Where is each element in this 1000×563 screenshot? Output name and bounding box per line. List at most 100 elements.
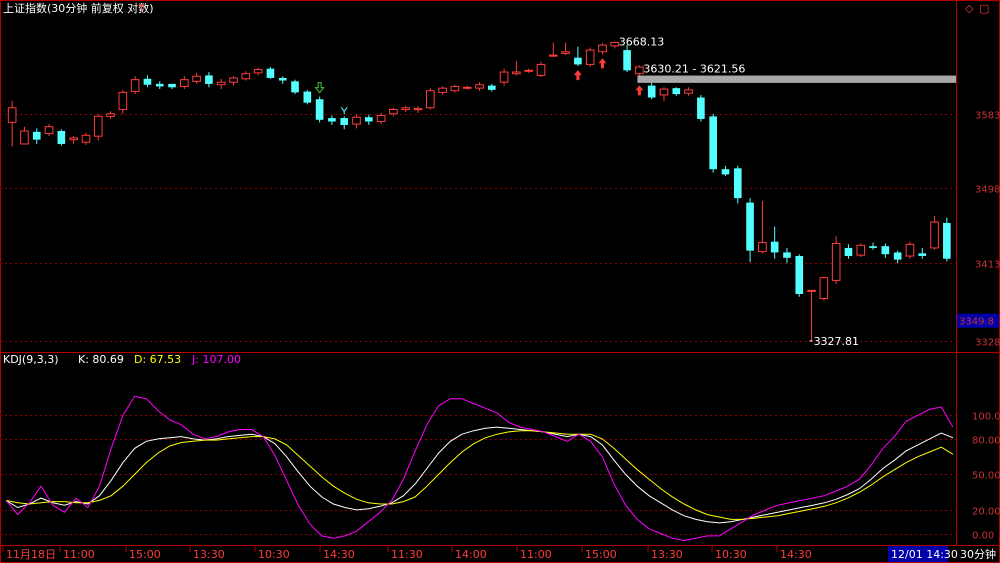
candle-body	[462, 86, 472, 89]
x-tick-label: 11:00	[520, 548, 552, 561]
x-tick-label: 15:00	[129, 548, 161, 561]
candle-body	[241, 73, 251, 80]
candle-body	[315, 99, 324, 120]
chart-frame	[0, 0, 1000, 563]
period-label[interactable]: 30分钟	[960, 547, 996, 561]
up-arrow-icon	[635, 85, 644, 96]
candle-body	[807, 289, 816, 292]
candle-body	[856, 244, 866, 256]
low-annotation: 3327.81	[814, 335, 860, 348]
candle-body	[20, 130, 29, 145]
candle-body	[118, 91, 128, 110]
candle-body	[352, 116, 361, 125]
price-y-tick-label: 3498	[975, 185, 1000, 196]
kdj-j-label: J: 107.00	[191, 353, 241, 366]
x-tick-label: 10:30	[715, 548, 747, 561]
candles	[7, 41, 951, 342]
kdj-k-label: K: 80.69	[78, 353, 124, 366]
kdj-y-tick-label: 0.00	[972, 531, 994, 542]
candle-body	[303, 91, 312, 103]
candle-body	[376, 114, 386, 123]
candle-body	[425, 90, 435, 109]
candle-body	[635, 66, 644, 75]
x-tick-label: 14:00	[455, 548, 487, 561]
x-tick-label: 13:30	[651, 548, 683, 561]
candle-body	[487, 85, 496, 90]
candle-body	[389, 108, 398, 115]
candle-body	[905, 243, 915, 257]
close-icon[interactable]: ▢	[979, 2, 989, 15]
candle-body	[598, 44, 607, 53]
candle-body	[869, 246, 877, 248]
candle-body	[364, 117, 373, 122]
candle-body	[684, 89, 693, 94]
candle-body	[548, 54, 558, 57]
candle-body	[561, 51, 570, 54]
kdj-y-axis: 100.00 80.00 50.00 20.00 0.00	[972, 412, 1000, 542]
candle-body	[253, 68, 263, 74]
range-annotation: 3630.21 - 3621.56	[643, 63, 745, 76]
price-grid	[0, 114, 956, 342]
chart-title: 上证指数(30分钟 前复权 对数)	[3, 1, 154, 15]
candle-body	[844, 247, 853, 257]
candle-body	[57, 130, 66, 144]
candle-body	[291, 81, 299, 93]
candle-body	[623, 50, 631, 71]
kdj-y-tick-label: 80.00	[972, 436, 1000, 447]
candle-body	[795, 256, 804, 294]
x-tick-label: 11月18日	[6, 548, 56, 561]
candle-body	[413, 108, 423, 111]
candle-body	[918, 253, 927, 257]
x-tick-label: 10:30	[258, 548, 290, 561]
candle-body	[69, 137, 78, 141]
candle-body	[574, 57, 582, 65]
kdj-grid	[0, 415, 956, 535]
candle-body	[328, 118, 336, 122]
candle-body	[647, 85, 656, 98]
candle-body	[610, 42, 620, 47]
candle-body	[475, 84, 484, 89]
candle-body	[205, 75, 213, 84]
y-marker-icon	[340, 107, 348, 115]
kdj-y-tick-label: 100.00	[972, 412, 1000, 423]
candle-body	[143, 78, 152, 85]
up-arrow-icon	[598, 58, 607, 69]
candle-body	[130, 79, 140, 93]
stock-chart: 上证指数(30分钟 前复权 对数) ↑ ◇ ▢ 3668.13 3630.21 …	[0, 0, 1000, 563]
candle-body	[7, 107, 17, 123]
diamond-icon[interactable]: ◇	[965, 2, 974, 15]
candle-body	[168, 83, 176, 88]
candle-body	[401, 107, 411, 110]
kdj-d-label: D: 67.53	[134, 353, 181, 366]
candle-body	[44, 126, 54, 135]
candle-body	[819, 277, 829, 300]
candle-body	[524, 69, 534, 72]
x-tick-label: 15:00	[585, 548, 617, 561]
candle-body	[672, 88, 681, 95]
candle-body	[93, 115, 103, 137]
candle-body	[881, 246, 890, 255]
candle-body	[831, 242, 841, 281]
candle-body	[340, 118, 349, 125]
candle-body	[266, 68, 275, 78]
kdj-series-d	[5, 430, 954, 520]
candle-body	[721, 169, 730, 175]
candle-body	[709, 116, 717, 170]
kdj-series-j	[5, 395, 954, 542]
candle-body	[758, 242, 767, 253]
price-y-tick-label: 3328	[975, 338, 1000, 349]
down-arrow-icon	[314, 82, 325, 94]
price-y-tick-label: 3413	[975, 260, 1000, 271]
candle-body	[893, 252, 902, 260]
x-axis-labels: 11月18日 11:00 15:00 13:30 10:30 14:30 11:30 14:0…	[2, 546, 812, 561]
candle-body	[536, 63, 546, 76]
candle-body	[659, 88, 669, 96]
candle-body	[438, 87, 447, 93]
x-tick-label: 13:30	[193, 548, 225, 561]
candle-body	[697, 97, 705, 119]
x-highlight-label: 12/01 14:30	[891, 548, 958, 561]
kdj-y-tick-label: 20.00	[972, 507, 1000, 518]
range-bar	[637, 75, 956, 83]
kdj-indicator-label: KDJ(9,3,3)	[3, 353, 59, 366]
candle-body	[229, 77, 238, 83]
